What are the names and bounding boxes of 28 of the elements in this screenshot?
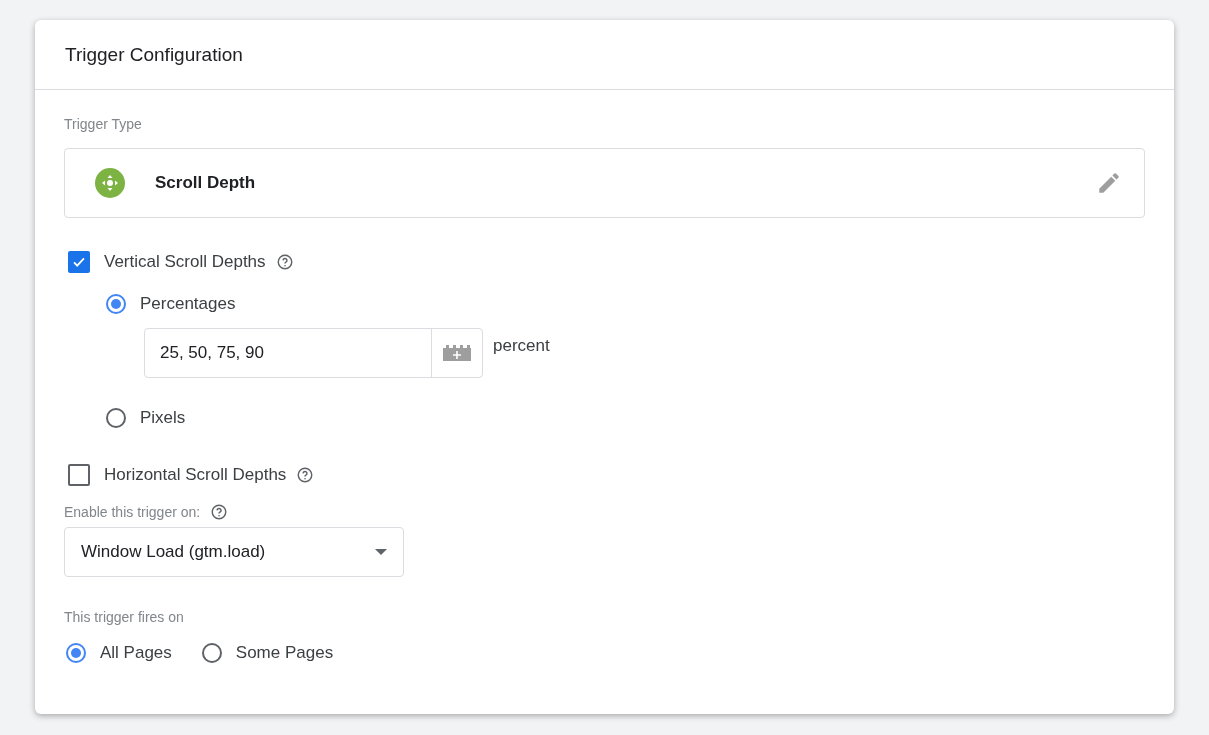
radio-button[interactable] (201, 643, 222, 663)
radio-label: Pixels (140, 408, 186, 428)
radio-button[interactable] (106, 294, 126, 314)
variable-brick-icon[interactable] (443, 345, 471, 361)
help-icon[interactable] (296, 466, 315, 484)
help-icon[interactable] (210, 503, 229, 521)
radio-button[interactable] (106, 408, 126, 428)
pencil-icon[interactable] (1096, 170, 1122, 196)
checkbox-label: Vertical Scroll Depths (104, 252, 266, 272)
help-icon[interactable] (275, 253, 294, 271)
checkbox-label: Horizontal Scroll Depths (104, 465, 287, 485)
unit-label: percent (493, 336, 550, 357)
radio-label: Percentages (140, 294, 236, 314)
section-label: Trigger Type (64, 116, 143, 132)
trigger-type-name: Scroll Depth (155, 173, 257, 193)
radio-label: Some Pages (235, 643, 334, 663)
trigger-type-selector[interactable]: Scroll Depth (64, 148, 1145, 218)
card-title: Trigger Configuration (65, 43, 243, 66)
section-label: Enable this trigger on: (64, 504, 201, 520)
radio-label: All Pages (100, 643, 172, 663)
move-arrows-icon (95, 168, 125, 198)
dropdown-caret-icon (375, 549, 387, 555)
radio-button[interactable] (66, 643, 86, 663)
trigger-event-dropdown[interactable]: Window Load (gtm.load) (64, 527, 404, 577)
section-label: This trigger fires on (64, 609, 185, 625)
checkbox[interactable] (68, 251, 90, 273)
percentages-input[interactable]: 25, 50, 75, 90 (144, 328, 483, 378)
checkbox[interactable] (68, 464, 90, 486)
